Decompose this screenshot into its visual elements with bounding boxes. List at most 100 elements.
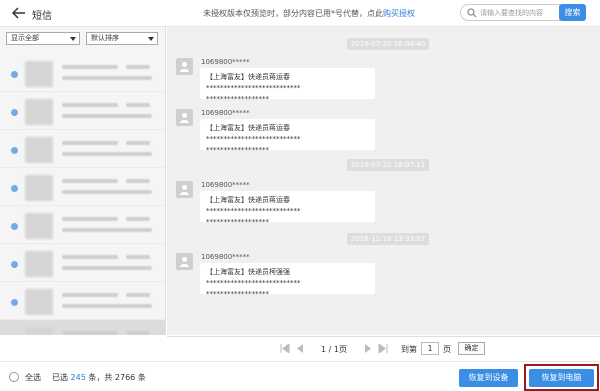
- conversation-panel: 显示全部 默认排序: [0, 27, 166, 335]
- buy-license-link[interactable]: 购买授权: [383, 9, 415, 18]
- selected-count: 245: [70, 373, 86, 382]
- date-separator: 2018-11-16 13:33:07: [347, 233, 429, 245]
- avatar: [176, 109, 193, 126]
- selection-summary: 已选 245 条，共 2766 条: [52, 372, 146, 383]
- show-filter-dropdown[interactable]: 显示全部: [6, 32, 80, 45]
- conversation-item[interactable]: [0, 320, 165, 335]
- avatar: [25, 213, 53, 239]
- chevron-down-icon: [70, 37, 76, 41]
- blurred-preview-text: [62, 179, 118, 183]
- conversation-item[interactable]: [0, 92, 165, 130]
- conversation-item[interactable]: [0, 244, 165, 282]
- blurred-preview-text: [126, 293, 150, 297]
- unread-dot-icon: [11, 299, 18, 306]
- sort-dropdown[interactable]: 默认排序: [86, 32, 158, 45]
- message-bubble[interactable]: 【上海富友】快递员柯强强*************************** …: [200, 263, 375, 298]
- search-button[interactable]: 搜索: [559, 4, 586, 21]
- chevron-down-icon: [148, 37, 154, 41]
- conversation-item[interactable]: [0, 130, 165, 168]
- blurred-preview-text: [62, 255, 118, 259]
- last-page-icon[interactable]: [378, 344, 388, 353]
- goto-confirm-button[interactable]: 确定: [458, 342, 485, 355]
- unread-dot-icon: [11, 261, 18, 268]
- person-icon: [180, 185, 189, 195]
- avatar: [25, 61, 53, 87]
- search-icon: [467, 8, 477, 18]
- blurred-preview-text: [126, 255, 150, 259]
- message-text: 【上海富友】快递员蒋运春***************************: [206, 196, 301, 215]
- select-all-radio[interactable]: [9, 372, 19, 382]
- avatar: [25, 175, 53, 201]
- blurred-preview-text: [126, 331, 150, 335]
- page-number-input[interactable]: 1: [421, 342, 439, 355]
- license-notice-text: 未授权版本仅预览时，部分内容已用*号代替，点此: [203, 9, 383, 18]
- conversation-item[interactable]: [0, 168, 165, 206]
- message-text: ******************: [206, 218, 269, 226]
- date-separator: 2018-07-22 18:07:11: [347, 159, 429, 171]
- back-arrow-icon[interactable]: [12, 6, 26, 20]
- message-area: 2018-07-20 16:04:40 1069800***** 【上海富友】快…: [167, 27, 600, 335]
- message-sender: 1069800*****: [201, 253, 250, 261]
- message-text: ******************: [206, 146, 269, 154]
- blurred-preview-text: [62, 190, 152, 194]
- license-notice: 未授权版本仅预览时，部分内容已用*号代替，点此购买授权: [203, 8, 415, 19]
- unread-dot-icon: [11, 223, 18, 230]
- message-text: ******************: [206, 290, 269, 298]
- blurred-preview-text: [62, 152, 152, 156]
- blurred-preview-text: [62, 114, 152, 118]
- blurred-preview-text: [62, 304, 152, 308]
- unread-dot-icon: [11, 71, 18, 78]
- blurred-preview-text: [126, 141, 150, 145]
- blurred-preview-text: [62, 103, 118, 107]
- message-text: 【上海富友】快递员蒋运春***************************: [206, 73, 301, 92]
- avatar: [176, 58, 193, 75]
- conversation-item[interactable]: [0, 282, 165, 320]
- message-bubble[interactable]: 【上海富友】快递员蒋运春*************************** …: [200, 119, 375, 154]
- blurred-preview-text: [62, 76, 152, 80]
- pagination: 1 / 1页 到第 1 页 确定: [167, 336, 600, 360]
- message-sender: 1069800*****: [201, 58, 250, 66]
- message-text: ******************: [206, 95, 269, 103]
- restore-to-device-button[interactable]: 恢复到设备: [459, 369, 518, 387]
- conversation-item[interactable]: [0, 206, 165, 244]
- page-title: 短信: [32, 11, 52, 22]
- blurred-preview-text: [62, 217, 118, 221]
- page-suffix-label: 页: [443, 345, 451, 354]
- unread-dot-icon: [11, 185, 18, 192]
- conversation-item[interactable]: [0, 54, 165, 92]
- page-indicator: 1 / 1页: [321, 345, 347, 354]
- next-page-icon[interactable]: [363, 344, 373, 353]
- person-icon: [180, 257, 189, 267]
- selected-prefix: 已选: [52, 373, 71, 382]
- avatar: [176, 181, 193, 198]
- search-input[interactable]: [480, 6, 558, 19]
- select-all-label: 全选: [25, 373, 41, 382]
- first-page-icon[interactable]: [280, 344, 290, 353]
- blurred-preview-text: [126, 217, 150, 221]
- prev-page-icon[interactable]: [295, 344, 305, 353]
- search-box: [460, 4, 560, 21]
- blurred-preview-text: [62, 331, 118, 335]
- sort-value: 默认排序: [91, 34, 119, 42]
- person-icon: [180, 113, 189, 123]
- total-count: 条，共 2766 条: [85, 373, 146, 382]
- top-bar: 短信 未授权版本仅预览时，部分内容已用*号代替，点此购买授权 搜索: [0, 0, 600, 27]
- avatar: [176, 253, 193, 270]
- message-text: 【上海富友】快递员蒋运春***************************: [206, 124, 301, 143]
- restore-to-pc-button[interactable]: 恢复到电脑: [529, 369, 594, 387]
- avatar: [25, 99, 53, 125]
- date-separator: 2018-07-20 16:04:40: [347, 38, 429, 50]
- blurred-preview-text: [62, 65, 118, 69]
- conversation-list: [0, 54, 165, 335]
- avatar: [25, 327, 53, 335]
- show-filter-value: 显示全部: [11, 34, 39, 42]
- blurred-preview-text: [62, 228, 152, 232]
- message-bubble[interactable]: 【上海富友】快递员蒋运春*************************** …: [200, 191, 375, 226]
- avatar: [25, 137, 53, 163]
- blurred-preview-text: [126, 65, 150, 69]
- bottom-bar: 全选 已选 245 条，共 2766 条 恢复到设备 恢复到电脑: [0, 361, 600, 391]
- message-sender: 1069800*****: [201, 181, 250, 189]
- blurred-preview-text: [62, 266, 152, 270]
- blurred-preview-text: [62, 293, 118, 297]
- message-bubble[interactable]: 【上海富友】快递员蒋运春*************************** …: [200, 68, 375, 103]
